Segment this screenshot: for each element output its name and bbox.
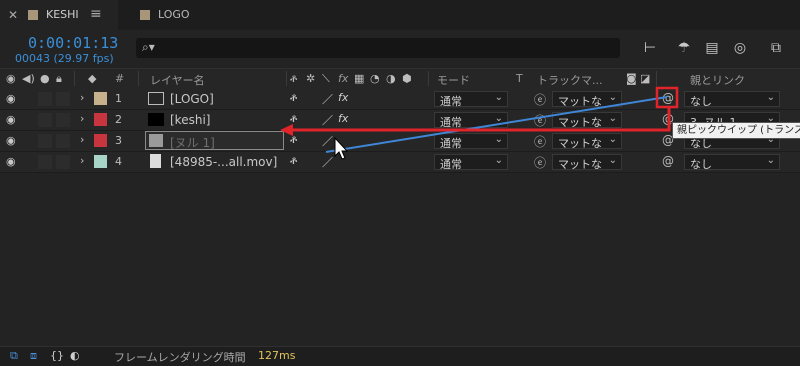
frame-render-time-label: フレームレンダリング時間 <box>114 351 246 364</box>
layer-switches-icon[interactable]: ⧉ <box>10 349 18 363</box>
mouse-cursor <box>334 136 349 160</box>
time-stretch-icon[interactable]: ◐ <box>70 349 80 362</box>
red-arrow-head <box>280 124 293 136</box>
transfer-controls-icon[interactable]: ⧈ <box>30 349 37 363</box>
status-bar: ⧉ ⧈ {} ◐ フレームレンダリング時間 127ms <box>0 346 800 366</box>
annotation-overlay <box>280 86 679 160</box>
frame-render-time-value: 127ms <box>258 349 296 362</box>
in-out-icon[interactable]: {} <box>50 349 64 362</box>
tooltip: 親ピックウイップ (トランスフ <box>672 122 800 139</box>
pickwhip-line <box>325 96 668 153</box>
